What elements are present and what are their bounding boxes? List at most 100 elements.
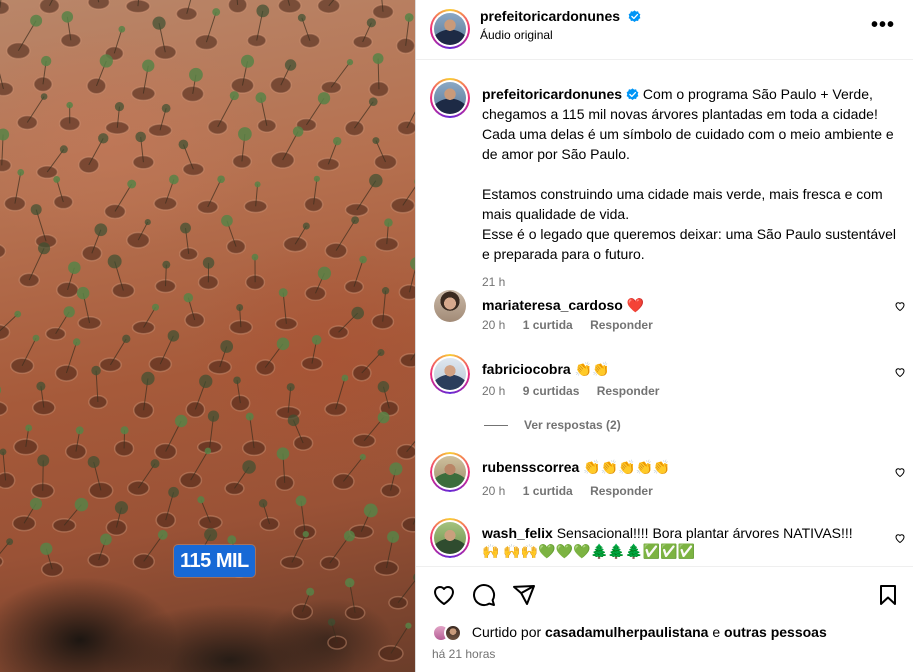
sapling-leaves [114, 501, 129, 515]
planting-hole [344, 605, 366, 621]
sapling-leaves [251, 253, 259, 261]
commenter-avatar[interactable] [434, 290, 466, 322]
caption-avatar[interactable] [430, 78, 470, 118]
comment-likes[interactable]: 1 curtida [523, 318, 573, 332]
planting-hole [0, 0, 10, 16]
sapling-leaves [98, 133, 109, 144]
commenter-avatar[interactable] [430, 452, 470, 492]
sapling-leaves [372, 137, 380, 145]
sapling-leaves [59, 145, 68, 154]
sapling-leaves [302, 222, 310, 230]
comment-time[interactable]: 20 h [482, 318, 505, 332]
planting-hole [401, 516, 415, 533]
post-media-video[interactable]: 115 MIL [0, 0, 415, 672]
sapling-leaves [135, 131, 146, 143]
sapling-leaves [317, 266, 332, 280]
sapling-leaves [38, 242, 51, 255]
planting-hole [398, 284, 415, 301]
sapling-leaves [384, 218, 393, 227]
reply-button[interactable]: Responder [590, 318, 653, 332]
sapling-leaves [256, 4, 270, 18]
sapling-leaves [75, 426, 84, 435]
comment-text: fabriciocobra 👏👏 [482, 361, 610, 377]
planting-hole [184, 312, 206, 329]
commenter-avatar[interactable] [430, 354, 470, 394]
commenter-username[interactable]: wash_felix [482, 525, 553, 541]
comment-time[interactable]: 20 h [482, 384, 505, 398]
sapling-leaves [151, 303, 160, 311]
sapling-leaves [292, 126, 304, 137]
sapling-leaves [212, 8, 221, 16]
sapling-leaves [276, 337, 290, 351]
caption-paragraph-2: Estamos construindo uma cidade mais verd… [482, 186, 883, 222]
sapling-leaves [327, 618, 336, 626]
planting-hole [45, 326, 67, 341]
sapling-leaves [178, 139, 189, 150]
sapling-leaves [295, 495, 307, 507]
sapling-leaves [76, 286, 90, 300]
sapling-leaves [66, 101, 73, 109]
like-comment-heart-icon[interactable] [894, 300, 906, 312]
caption-username[interactable]: prefeitoricardonunes [482, 86, 622, 102]
comment-bubble-icon[interactable] [472, 583, 496, 607]
sapling-leaves [236, 304, 244, 311]
author-avatar[interactable] [430, 9, 470, 49]
sapling-leaves [245, 412, 254, 421]
sapling-leaves [278, 288, 288, 297]
commenter-username[interactable]: rubensscorrea [482, 459, 579, 475]
comment-time[interactable]: 20 h [482, 484, 505, 498]
reply-button[interactable]: Responder [597, 384, 660, 398]
post-actions-bar: Curtido por casadamulherpaulistana e out… [416, 566, 913, 672]
author-username[interactable]: prefeitoricardonunes [480, 8, 620, 24]
sapling-leaves [99, 54, 113, 68]
like-comment-heart-icon[interactable] [894, 532, 906, 544]
reply-button[interactable]: Responder [590, 484, 653, 498]
like-heart-icon[interactable] [432, 583, 456, 607]
sapling-leaves [118, 25, 126, 33]
commenter-avatar[interactable] [430, 518, 470, 558]
sapling-leaves [53, 176, 61, 183]
audio-label[interactable]: Áudio original [480, 28, 553, 42]
planting-hole [0, 556, 4, 567]
sapling-leaves [286, 383, 295, 392]
caption-timestamp[interactable]: 21 h [482, 272, 902, 292]
sapling-leaves [61, 11, 74, 23]
sapling-leaves [0, 128, 10, 141]
sapling-leaves [221, 214, 233, 227]
liked-by-user[interactable]: casadamulherpaulistana [545, 624, 708, 640]
sapling-leaves [238, 127, 252, 141]
sapling-leaves [284, 59, 297, 71]
planting-hole [399, 353, 415, 368]
share-send-icon[interactable] [512, 583, 536, 607]
sapling-leaves [204, 528, 218, 542]
post-timestamp[interactable]: há 21 horas [432, 647, 495, 661]
commenter-username[interactable]: fabriciocobra [482, 361, 571, 377]
liker-avatars[interactable] [432, 624, 464, 643]
sapling-leaves [25, 424, 33, 432]
sapling-leaves [366, 18, 376, 28]
sapling-leaves [313, 175, 320, 182]
sapling-leaves [217, 175, 225, 184]
view-replies-button[interactable]: Ver respostas (2) [484, 418, 621, 432]
save-bookmark-icon[interactable] [876, 583, 900, 607]
comment-meta: 20 h 1 curtida Responder [482, 484, 667, 498]
sapling-leaves [381, 287, 390, 295]
comment-likes[interactable]: 9 curtidas [523, 384, 580, 398]
sapling-leaves [17, 169, 25, 176]
planting-hole [0, 401, 9, 417]
more-options-button[interactable]: ••• [871, 14, 895, 37]
sapling-leaves [87, 455, 100, 468]
liked-by-others[interactable]: outras pessoas [724, 624, 827, 640]
like-comment-heart-icon[interactable] [894, 466, 906, 478]
comment-likes[interactable]: 1 curtida [523, 484, 573, 498]
sapling-leaves [161, 103, 171, 113]
sapling-leaves [144, 218, 151, 226]
planting-hole [277, 0, 302, 14]
verified-badge-icon [629, 10, 641, 23]
commenter-username[interactable]: mariateresa_cardoso [482, 297, 623, 313]
sapling-leaves [227, 535, 237, 545]
planting-hole [38, 0, 61, 15]
sapling-leaves [389, 462, 403, 476]
like-comment-heart-icon[interactable] [894, 366, 906, 378]
comment-text: wash_felix Sensacional!!!! Bora plantar … [482, 525, 853, 559]
